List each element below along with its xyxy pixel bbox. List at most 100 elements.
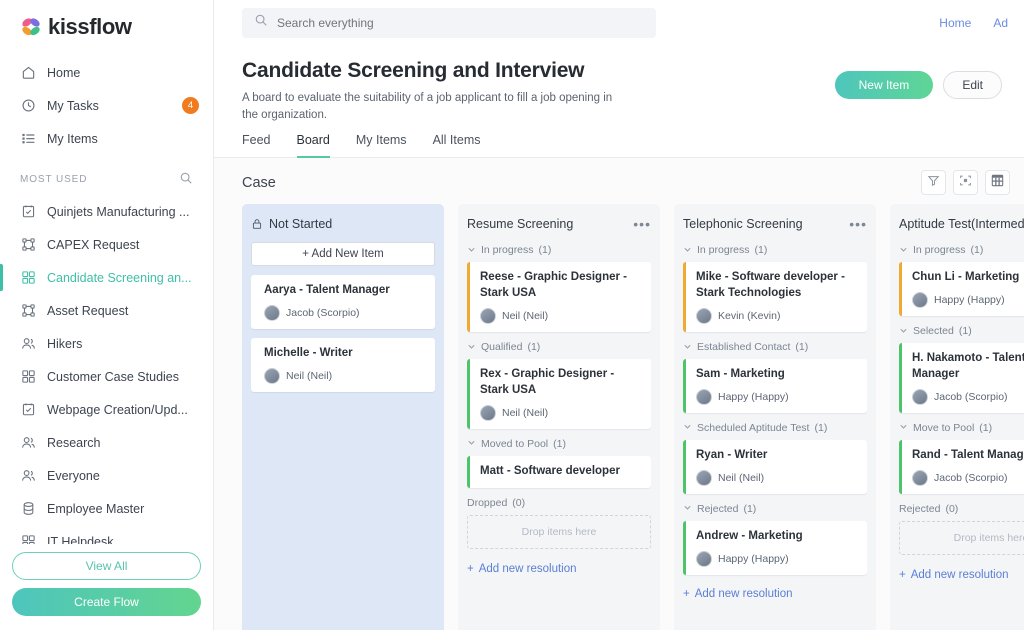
group-header[interactable]: In progress (1) bbox=[467, 244, 651, 256]
card-title: Rex - Graphic Designer - Stark USA bbox=[480, 367, 642, 399]
filter-button[interactable] bbox=[921, 170, 946, 195]
edit-button[interactable]: Edit bbox=[943, 71, 1002, 99]
avatar bbox=[696, 470, 712, 486]
sidebar-item-quinjets-manufacturing[interactable]: Quinjets Manufacturing ... bbox=[0, 195, 213, 228]
card-title: Michelle - Writer bbox=[264, 346, 426, 362]
board-card[interactable]: Rand - Talent ManagerJacob (Scorpio) bbox=[899, 440, 1024, 494]
top-nav-home[interactable]: Home bbox=[939, 16, 971, 30]
group-header[interactable]: In progress(1) bbox=[683, 244, 867, 256]
chevron-down-icon bbox=[899, 326, 908, 337]
group-header[interactable]: Rejected(1) bbox=[683, 503, 867, 515]
card-title: Chun Li - Marketing bbox=[912, 270, 1024, 286]
group-label: In progress bbox=[481, 244, 534, 256]
sidebar-item-my-items[interactable]: My Items bbox=[0, 122, 213, 155]
sidebar-item-candidate-screening-an[interactable]: Candidate Screening an... bbox=[0, 261, 213, 294]
card-title: Sam - Marketing bbox=[696, 367, 858, 383]
drop-zone[interactable]: Drop items here bbox=[467, 515, 651, 549]
avatar bbox=[480, 308, 496, 324]
board-card[interactable]: Matt - Software developer bbox=[467, 456, 651, 488]
header-actions: New Item Edit bbox=[835, 59, 1002, 99]
sidebar-section-most-used: MOST USED bbox=[0, 157, 213, 195]
board-card[interactable]: Rex - Graphic Designer - Stark USA Neil (… bbox=[467, 359, 651, 429]
board-card[interactable]: Andrew - MarketingHappy (Happy) bbox=[683, 521, 867, 575]
group-count: (1) bbox=[539, 244, 552, 256]
group-label: Scheduled Aptitude Test bbox=[697, 422, 809, 434]
column-menu-icon[interactable]: ••• bbox=[633, 219, 651, 229]
column-title: Resume Screening bbox=[467, 216, 627, 232]
add-new-resolution-button[interactable]: +Add new resolution bbox=[467, 559, 651, 587]
kanban-column: Aptitude Test(Intermediate Level) In prog… bbox=[890, 204, 1024, 630]
column-title: Telephonic Screening bbox=[683, 216, 843, 232]
board-card[interactable]: Mike - Software developer - Stark Techno… bbox=[683, 262, 867, 332]
sidebar-item-webpage-creation-upd[interactable]: Webpage Creation/Upd... bbox=[0, 393, 213, 426]
view-all-button[interactable]: View All bbox=[12, 552, 201, 580]
column-header: Resume Screening ••• bbox=[467, 215, 651, 233]
group-header[interactable]: Scheduled Aptitude Test(1) bbox=[683, 422, 867, 434]
sidebar-item-customer-case-studies[interactable]: Customer Case Studies bbox=[0, 360, 213, 393]
brand-logo[interactable]: kissflow bbox=[0, 0, 213, 50]
card-assignee: Neil (Neil) bbox=[480, 405, 642, 421]
global-search[interactable] bbox=[242, 8, 656, 38]
board-card[interactable]: H. Nakamoto - Talent ManagerJacob (Scorp… bbox=[899, 343, 1024, 413]
sidebar-item-it-helpdesk[interactable]: IT Helpdesk bbox=[0, 525, 213, 544]
sidebar-item-my-tasks[interactable]: My Tasks 4 bbox=[0, 89, 213, 122]
chevron-down-icon bbox=[683, 422, 692, 433]
group-header[interactable]: Move to Pool(1) bbox=[899, 422, 1024, 434]
sidebar-item-employee-master[interactable]: Employee Master bbox=[0, 492, 213, 525]
group-label: Dropped bbox=[467, 497, 507, 509]
board-card[interactable]: Reese - Graphic Designer - Stark USANeil… bbox=[467, 262, 651, 332]
board-card[interactable]: Chun Li - Marketing Happy (Happy) bbox=[899, 262, 1024, 316]
group-header[interactable]: Established Contact(1) bbox=[683, 341, 867, 353]
tab-my-items[interactable]: My Items bbox=[356, 133, 407, 158]
column-menu-icon[interactable]: ••• bbox=[849, 219, 867, 229]
group-label: Moved to Pool bbox=[481, 438, 548, 450]
group-header[interactable]: Moved to Pool(1) bbox=[467, 438, 651, 450]
column-body: In progress(1) Chun Li - Marketing Happy (… bbox=[899, 242, 1024, 630]
card-assignee: Happy (Happy) bbox=[912, 292, 1024, 308]
group-count: (1) bbox=[755, 244, 768, 256]
tab-board[interactable]: Board bbox=[297, 133, 330, 158]
board-card[interactable]: Michelle - WriterNeil (Neil) bbox=[251, 338, 435, 392]
search-icon[interactable] bbox=[179, 171, 193, 188]
sidebar-item-asset-request[interactable]: Asset Request bbox=[0, 294, 213, 327]
board-card[interactable]: Sam - MarketingHappy (Happy) bbox=[683, 359, 867, 413]
group-header[interactable]: Selected(1) bbox=[899, 325, 1024, 337]
column-header: Not Started bbox=[251, 215, 435, 233]
add-new-resolution-button[interactable]: +Add new resolution bbox=[683, 584, 867, 612]
new-item-button[interactable]: New Item bbox=[835, 71, 934, 99]
group-label: Selected bbox=[913, 325, 954, 337]
column-title: Aptitude Test(Intermediate Level) bbox=[899, 216, 1024, 232]
tab-all-items[interactable]: All Items bbox=[433, 133, 481, 158]
focus-button[interactable] bbox=[953, 170, 978, 195]
tab-feed[interactable]: Feed bbox=[242, 133, 271, 158]
board-header: Case bbox=[214, 158, 1024, 204]
add-new-resolution-button[interactable]: +Add new resolution bbox=[899, 565, 1024, 593]
group-count: (1) bbox=[971, 244, 984, 256]
drop-zone[interactable]: Drop items here bbox=[899, 521, 1024, 555]
board-icon bbox=[20, 270, 36, 286]
sidebar: kissflow Home My Tasks 4 bbox=[0, 0, 214, 630]
process-icon bbox=[20, 303, 36, 319]
board-icon bbox=[20, 534, 36, 545]
group-header: Rejected(0) bbox=[899, 503, 1024, 515]
top-nav-admin[interactable]: Ad bbox=[993, 16, 1008, 30]
board-card[interactable]: Ryan - WriterNeil (Neil) bbox=[683, 440, 867, 494]
sidebar-item-capex-request[interactable]: CAPEX Request bbox=[0, 228, 213, 261]
sidebar-item-research[interactable]: Research bbox=[0, 426, 213, 459]
lock-icon bbox=[251, 218, 263, 230]
sidebar-item-everyone[interactable]: Everyone bbox=[0, 459, 213, 492]
app-root: kissflow Home My Tasks 4 bbox=[0, 0, 1024, 630]
group-label: Qualified bbox=[481, 341, 522, 353]
plus-icon: + bbox=[467, 563, 474, 575]
group-header[interactable]: Qualified(1) bbox=[467, 341, 651, 353]
search-input[interactable] bbox=[277, 16, 644, 30]
board-card[interactable]: Aarya - Talent ManagerJacob (Scorpio) bbox=[251, 275, 435, 329]
group-header[interactable]: In progress(1) bbox=[899, 244, 1024, 256]
create-flow-button[interactable]: Create Flow bbox=[12, 588, 201, 616]
add-new-item-button[interactable]: + Add New Item bbox=[251, 242, 435, 266]
plus-icon: + bbox=[683, 588, 690, 600]
grid-view-button[interactable] bbox=[985, 170, 1010, 195]
card-assignee-name: Jacob (Scorpio) bbox=[934, 391, 1008, 403]
sidebar-item-hikers[interactable]: Hikers bbox=[0, 327, 213, 360]
sidebar-item-home[interactable]: Home bbox=[0, 56, 213, 89]
